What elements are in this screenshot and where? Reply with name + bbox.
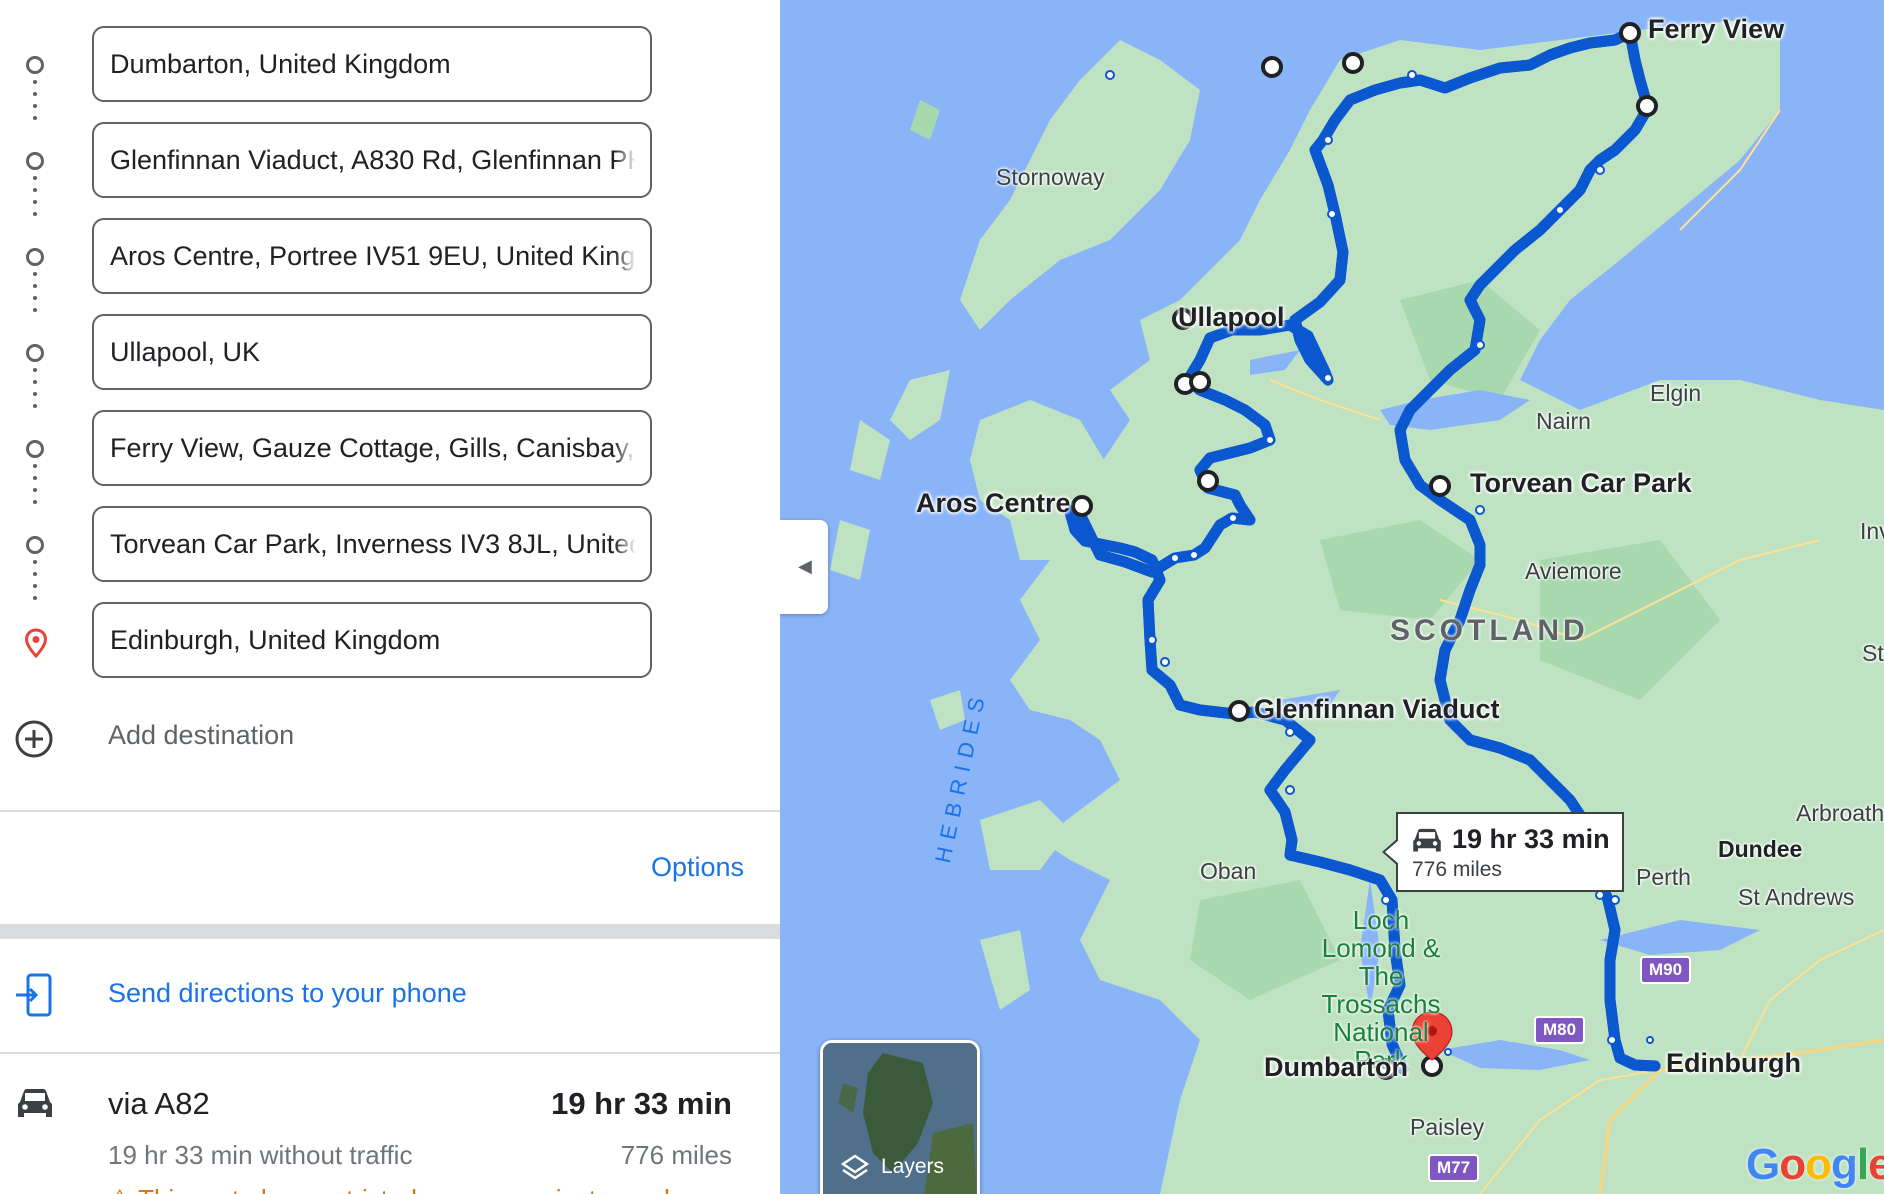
stop-input-2[interactable]: Glenfinnan Viaduct, A830 Rd, Glenfinnan … — [92, 122, 652, 198]
city-label: Dundee — [1718, 836, 1803, 862]
road-shield: M90 — [1640, 956, 1692, 984]
stop-row-4: Ullapool, UK — [0, 304, 780, 400]
stop-label-ullapool[interactable]: Ullapool — [1178, 302, 1285, 333]
stop-row-5: Ferry View, Gauze Cottage, Gills, Canisb… — [0, 400, 780, 496]
stop-label-dumbarton[interactable]: Dumbarton — [1264, 1052, 1408, 1083]
circle-icon — [26, 248, 44, 266]
add-destination-button[interactable]: Add destination — [0, 690, 780, 786]
car-icon — [18, 1089, 52, 1117]
google-logo: Google — [1746, 1140, 1884, 1189]
stop-input-1[interactable]: Dumbarton, United Kingdom — [92, 26, 652, 102]
road-shield: M77 — [1428, 1154, 1480, 1182]
route-title: via A82 — [108, 1086, 210, 1121]
city-label: Perth — [1636, 864, 1691, 890]
route-info-box[interactable]: 19 hr 33 min 776 miles — [1382, 812, 1624, 892]
chevron-left-icon: ◀ — [798, 556, 812, 576]
city-label: Inver — [1860, 518, 1884, 544]
stop-input-4[interactable]: Ullapool, UK — [92, 314, 652, 390]
stop-row-6: Torvean Car Park, Inverness IV3 8JL, Uni… — [0, 496, 780, 592]
stop-label-torvean[interactable]: Torvean Car Park — [1470, 468, 1692, 499]
city-label: Stornoway — [996, 164, 1105, 190]
route-warning: ⚠ This route has restricted usage or pri… — [108, 1184, 690, 1194]
options-button[interactable]: Options — [651, 852, 744, 883]
info-duration: 19 hr 33 min — [1452, 824, 1610, 854]
directions-panel: Dumbarton, United Kingdom Glenfinnan Via… — [0, 0, 780, 1194]
stop-input-5[interactable]: Ferry View, Gauze Cottage, Gills, Canisb… — [92, 410, 652, 486]
stop-label-aros-centre[interactable]: Aros Centre — [916, 488, 1071, 519]
city-label: Oban — [1200, 858, 1257, 884]
stop-input-7[interactable]: Edinburgh, United Kingdom — [92, 602, 652, 678]
stop-label-ferry-view[interactable]: Ferry View — [1648, 14, 1784, 45]
stop-input-6[interactable]: Torvean Car Park, Inverness IV3 8JL, Uni… — [92, 506, 652, 582]
send-to-phone-icon — [16, 973, 52, 1017]
route-without-traffic: 19 hr 33 min without traffic — [108, 1140, 413, 1170]
map-canvas[interactable]: Stornoway Elgin Nairn Inver Aviemore Sto… — [780, 0, 1884, 1194]
circle-icon — [26, 536, 44, 554]
layers-button[interactable]: Layers — [820, 1040, 980, 1194]
city-label: Sto — [1862, 640, 1884, 666]
city-label: Nairn — [1536, 408, 1591, 434]
city-label: Elgin — [1650, 380, 1702, 406]
destination-pin-icon — [24, 628, 48, 658]
stop-row-7: Edinburgh, United Kingdom — [0, 592, 780, 688]
stop-label-glenfinnan[interactable]: Glenfinnan Viaduct — [1254, 694, 1500, 725]
city-label: Aviemore — [1525, 558, 1622, 584]
circle-icon — [26, 56, 44, 74]
road-shield: M80 — [1534, 1016, 1586, 1044]
divider — [0, 810, 780, 812]
circle-icon — [26, 440, 44, 458]
city-label: Arbroath — [1796, 800, 1884, 826]
city-label: St Andrews — [1738, 884, 1855, 910]
circle-icon — [26, 344, 44, 362]
section-divider — [0, 924, 780, 939]
info-distance: 776 miles — [1412, 858, 1502, 881]
layers-icon — [841, 1154, 869, 1180]
collapse-panel-button[interactable]: ◀ — [780, 520, 828, 614]
country-label: SCOTLAND — [1390, 614, 1589, 647]
stop-input-3[interactable]: Aros Centre, Portree IV51 9EU, United Ki… — [92, 218, 652, 294]
send-directions-button[interactable]: Send directions to your phone — [0, 940, 780, 1050]
stop-label-edinburgh[interactable]: Edinburgh — [1666, 1048, 1801, 1079]
add-circle-icon — [15, 720, 53, 758]
stop-row-1: Dumbarton, United Kingdom — [0, 16, 780, 112]
circle-icon — [26, 152, 44, 170]
route-option[interactable]: via A82 19 hr 33 min 19 hr 33 min withou… — [0, 1052, 780, 1194]
park-label: Loch Lomond & The Trossachs National Par… — [1321, 905, 1441, 1075]
stop-row-2: Glenfinnan Viaduct, A830 Rd, Glenfinnan … — [0, 112, 780, 208]
route-distance: 776 miles — [620, 1140, 732, 1170]
stop-row-3: Aros Centre, Portree IV51 9EU, United Ki… — [0, 208, 780, 304]
route-duration: 19 hr 33 min — [551, 1086, 732, 1121]
city-label: Paisley — [1410, 1114, 1485, 1140]
car-icon — [1413, 828, 1441, 852]
